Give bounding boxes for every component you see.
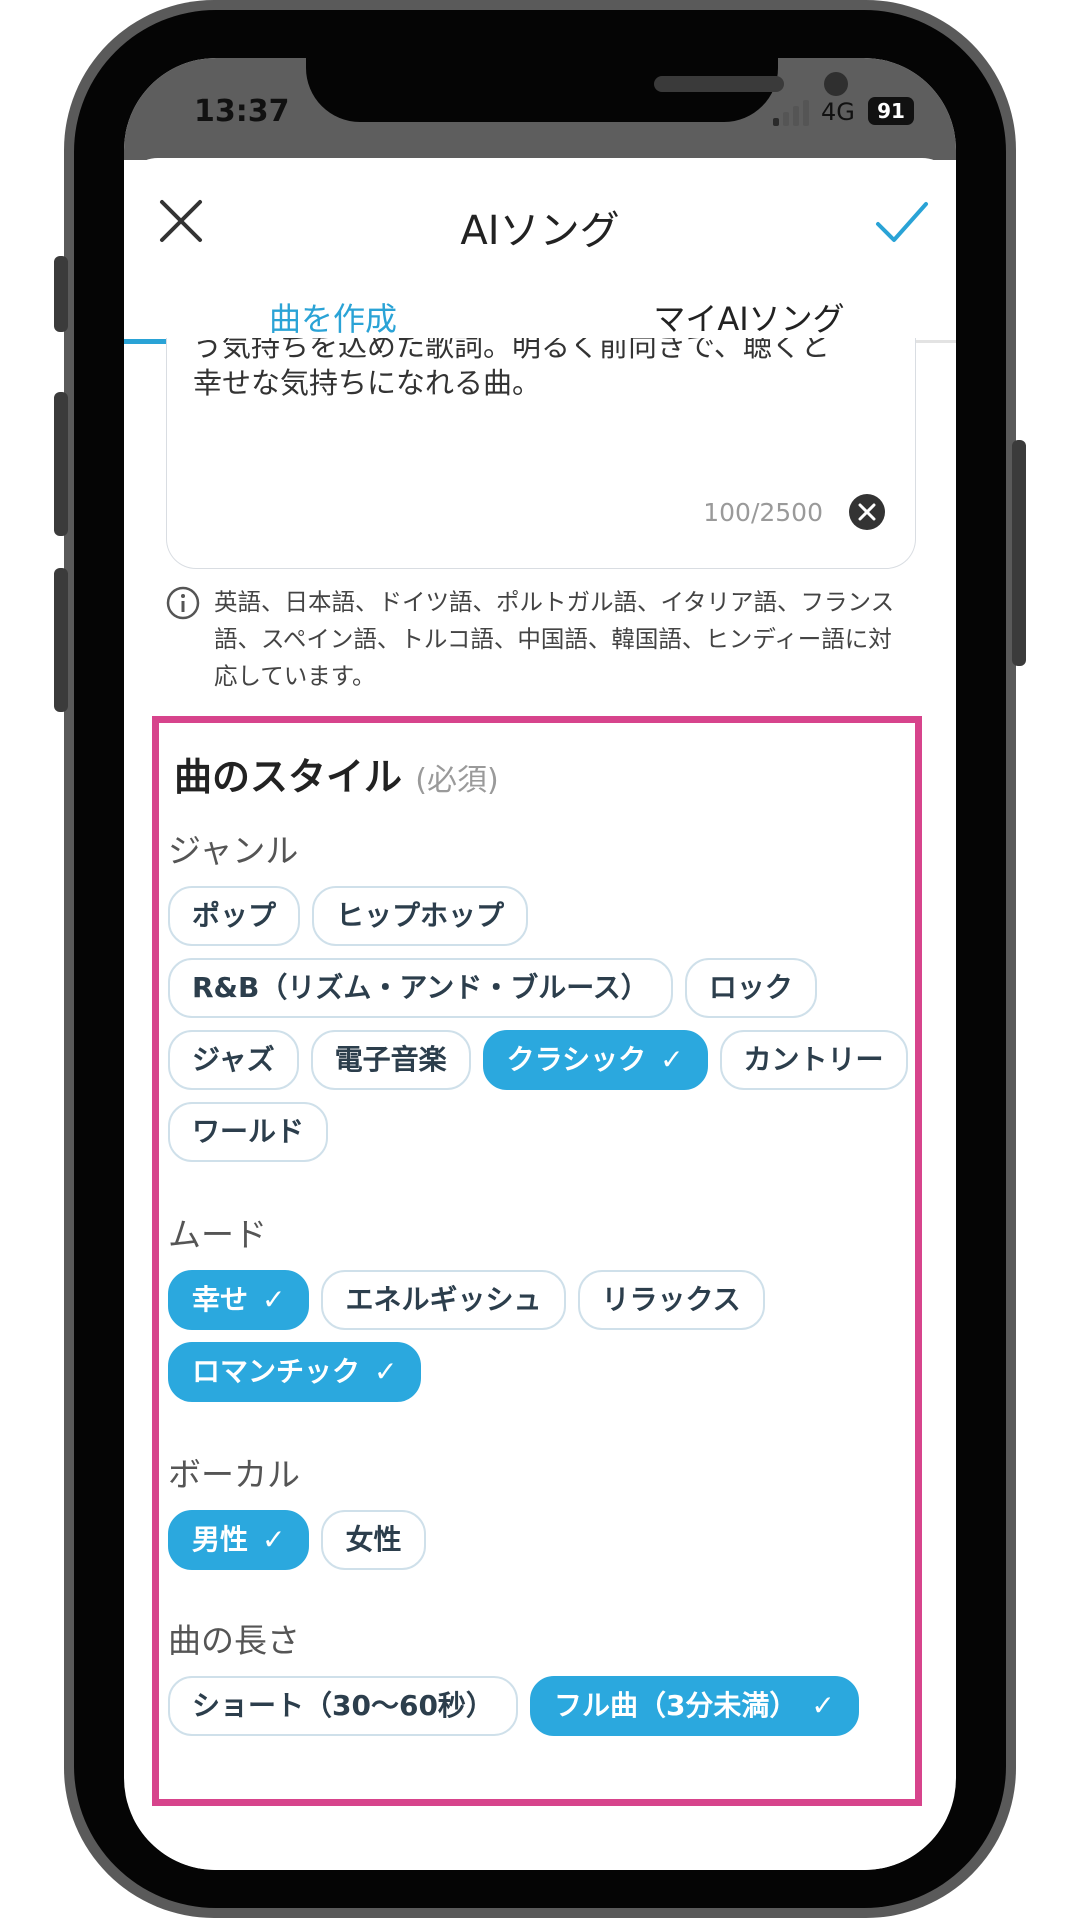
page-title: AIソング bbox=[460, 208, 620, 254]
mood-chip[interactable]: リラックス bbox=[577, 1270, 765, 1330]
status-time: 13:37 bbox=[194, 94, 290, 129]
phone-screen: 13:37 4G 91 AIソング 曲を作成 マイAIソング う気持ちを込めた歌… bbox=[124, 58, 956, 1870]
info-icon bbox=[166, 586, 200, 620]
chip-label: ロック bbox=[708, 971, 793, 1004]
power-button bbox=[1012, 440, 1026, 666]
chip-label: クラシック bbox=[506, 1043, 647, 1076]
speaker bbox=[654, 76, 784, 92]
chip-label: ポップ bbox=[192, 899, 277, 932]
mood-options: 幸せ ✓ エネルギッシュ リラックスロマンチック ✓ bbox=[168, 1270, 908, 1402]
tab-my-ai-songs[interactable]: マイAIソング bbox=[542, 294, 956, 340]
checkmark-icon bbox=[876, 202, 928, 242]
chip-label: ロマンチック bbox=[192, 1355, 361, 1388]
chip-label: ショート（30〜60秒） bbox=[192, 1689, 494, 1722]
chip-label: 男性 bbox=[192, 1523, 249, 1556]
vocal-chip[interactable]: 男性 ✓ bbox=[168, 1510, 310, 1570]
chip-label: エネルギッシュ bbox=[345, 1283, 542, 1316]
chip-label: R&B（リズム・アンド・ブルース） bbox=[192, 971, 649, 1004]
vocal-label: ボーカル bbox=[168, 1455, 300, 1494]
genre-chip[interactable]: R&B（リズム・アンド・ブルース） bbox=[168, 958, 673, 1018]
battery-icon: 91 bbox=[868, 97, 914, 125]
character-counter: 100/2500 bbox=[703, 498, 823, 527]
mute-switch bbox=[54, 256, 68, 332]
genre-chip[interactable]: 電子音楽 bbox=[310, 1030, 471, 1090]
lyrics-textarea[interactable]: う気持ちを込めた歌詞。明るく前向きで、聴くと 幸せな気持ちになれる曲。 100/… bbox=[166, 338, 916, 569]
signal-icon bbox=[773, 100, 813, 126]
genre-chip[interactable]: ポップ bbox=[168, 886, 301, 946]
mood-chip[interactable]: ロマンチック ✓ bbox=[168, 1342, 422, 1402]
chip-label: ワールド bbox=[192, 1115, 305, 1148]
required-label: (必須) bbox=[415, 763, 499, 798]
length-options: ショート（30〜60秒） フル曲（3分未満） ✓ bbox=[168, 1676, 908, 1736]
genre-chip[interactable]: ロック bbox=[684, 958, 817, 1018]
front-camera bbox=[824, 72, 848, 96]
check-icon: ✓ bbox=[262, 1283, 286, 1316]
volume-down-button bbox=[54, 568, 68, 712]
check-icon: ✓ bbox=[374, 1355, 398, 1388]
chip-label: ジャズ bbox=[192, 1043, 275, 1076]
mood-label: ムード bbox=[168, 1215, 267, 1254]
language-support-note: 英語、日本語、ドイツ語、ポルトガル語、イタリア語、フランス語、スペイン語、トルコ… bbox=[214, 588, 895, 690]
style-section-title: 曲のスタイル (必須) bbox=[174, 755, 499, 799]
vocal-options: 男性 ✓ 女性 bbox=[168, 1510, 908, 1570]
chip-label: ヒップホップ bbox=[336, 899, 505, 932]
network-type: 4G bbox=[821, 98, 855, 126]
mood-chip[interactable]: 幸せ ✓ bbox=[168, 1270, 310, 1330]
genre-chip[interactable]: カントリー bbox=[719, 1030, 908, 1090]
genre-options: ポップ ヒップホップ R&B（リズム・アンド・ブルース） ロックジャズ 電子音楽 クラシッ… bbox=[168, 886, 908, 1162]
mood-chip[interactable]: エネルギッシュ bbox=[321, 1270, 566, 1330]
genre-chip[interactable]: クラシック ✓ bbox=[482, 1030, 708, 1090]
genre-chip[interactable]: ワールド bbox=[168, 1102, 329, 1162]
genre-label: ジャンル bbox=[168, 831, 299, 870]
done-button[interactable] bbox=[874, 200, 930, 244]
length-chip[interactable]: ショート（30〜60秒） bbox=[168, 1676, 518, 1736]
tab-create-song[interactable]: 曲を作成 bbox=[124, 294, 542, 340]
vocal-chip[interactable]: 女性 bbox=[321, 1510, 426, 1570]
bottom-area bbox=[124, 1818, 956, 1870]
lyrics-text: う気持ちを込めた歌詞。明るく前向きで、聴くと 幸せな気持ちになれる曲。 bbox=[193, 338, 830, 400]
length-label: 曲の長さ bbox=[168, 1621, 300, 1660]
genre-chip[interactable]: ジャズ bbox=[168, 1030, 299, 1090]
check-icon: ✓ bbox=[811, 1689, 835, 1722]
length-chip[interactable]: フル曲（3分未満） ✓ bbox=[529, 1676, 859, 1736]
chip-label: フル曲（3分未満） bbox=[553, 1689, 798, 1722]
notch bbox=[306, 58, 848, 122]
clear-button[interactable] bbox=[849, 494, 885, 530]
clear-circle-icon bbox=[849, 494, 885, 530]
check-icon: ✓ bbox=[262, 1523, 286, 1556]
volume-up-button bbox=[54, 392, 68, 536]
chip-label: 女性 bbox=[345, 1523, 402, 1556]
genre-chip[interactable]: ヒップホップ bbox=[312, 886, 529, 946]
chip-label: 幸せ bbox=[192, 1283, 249, 1316]
chip-label: 電子音楽 bbox=[334, 1043, 447, 1076]
chip-label: リラックス bbox=[601, 1283, 741, 1316]
check-icon: ✓ bbox=[660, 1043, 684, 1076]
chip-label: カントリー bbox=[743, 1043, 884, 1076]
